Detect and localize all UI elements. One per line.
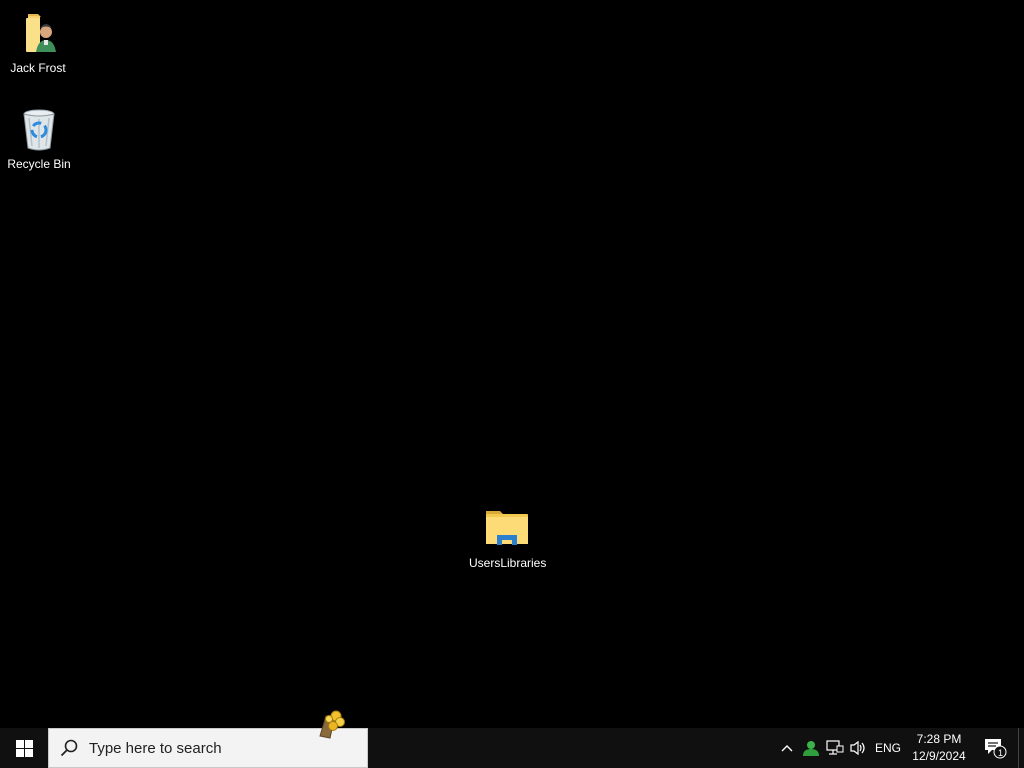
desktop-icon-recycle-bin[interactable]: Recycle Bin	[1, 106, 77, 171]
clock[interactable]: 7:28 PM 12/9/2024	[906, 728, 972, 768]
network-button[interactable]	[824, 728, 846, 768]
user-folder-icon	[14, 10, 62, 58]
people-button[interactable]	[800, 728, 822, 768]
desktop-icon-jack-frost[interactable]: Jack Frost	[0, 10, 76, 75]
desktop: Jack Frost Recycle Bin UsersLibraries	[0, 0, 1024, 728]
desktop-icon-label: Jack Frost	[10, 61, 66, 75]
language-indicator[interactable]: ENG	[872, 728, 904, 768]
people-icon	[803, 741, 819, 756]
desktop-icon-label: UsersLibraries	[469, 556, 547, 570]
action-center-button[interactable]: 1	[980, 728, 1010, 768]
desktop-icon-users-libraries[interactable]: UsersLibraries	[469, 505, 547, 570]
gold-coins-app-icon[interactable]	[316, 706, 350, 740]
action-center-icon	[985, 739, 1007, 759]
show-hidden-icons-button[interactable]	[778, 728, 796, 768]
recycle-bin-icon	[15, 106, 63, 154]
notification-count-badge: 1	[998, 748, 1004, 758]
show-desktop-button[interactable]	[1018, 728, 1024, 768]
language-label: ENG	[874, 741, 901, 755]
windows-logo-icon	[15, 739, 33, 757]
network-icon	[826, 740, 844, 755]
search-input[interactable]	[89, 739, 349, 757]
file-explorer-icon	[483, 505, 531, 553]
desktop-icon-label: Recycle Bin	[7, 157, 71, 171]
clock-time: 7:28 PM	[916, 732, 962, 746]
volume-button[interactable]	[847, 728, 869, 768]
chevron-up-icon	[781, 745, 793, 752]
clock-date: 12/9/2024	[912, 749, 966, 763]
start-button[interactable]	[0, 728, 48, 768]
taskbar: ENG 7:28 PM 12/9/2024 1	[0, 710, 1024, 768]
volume-icon	[850, 740, 865, 756]
search-icon	[60, 739, 78, 757]
